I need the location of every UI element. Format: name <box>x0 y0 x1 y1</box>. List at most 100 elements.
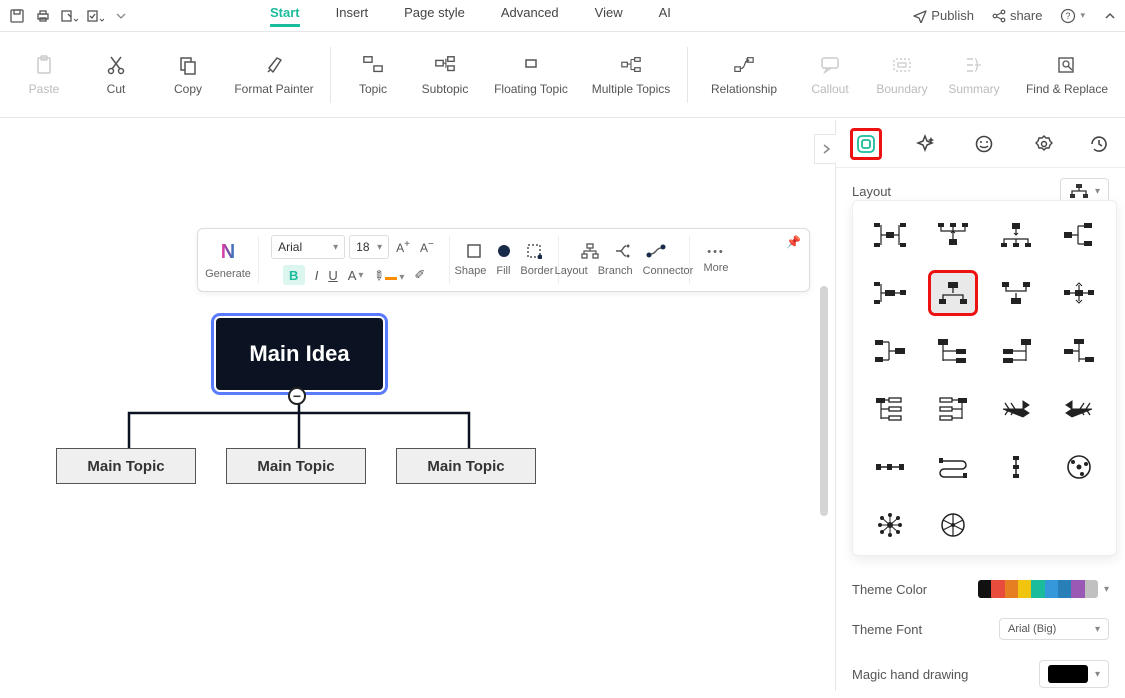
layout-option-radial-star[interactable] <box>868 505 912 545</box>
menu-page-style[interactable]: Page style <box>404 5 465 27</box>
decrease-font-icon[interactable]: A− <box>417 239 437 255</box>
underline-button[interactable]: U <box>328 268 337 283</box>
menu-ai[interactable]: AI <box>659 5 671 27</box>
side-tab-settings[interactable] <box>1028 128 1060 160</box>
share-button[interactable]: share <box>992 8 1043 23</box>
layout-option-circle[interactable] <box>1057 447 1101 487</box>
callout-button[interactable]: Callout <box>794 54 866 96</box>
callout-label: Callout <box>811 82 848 96</box>
layout-option-org-up[interactable] <box>994 273 1038 313</box>
layout-option-timeline-s[interactable] <box>931 447 975 487</box>
layout-option-wheel[interactable] <box>931 505 975 545</box>
layout-option-both-side[interactable] <box>868 273 912 313</box>
theme-font-row: Theme Font Arial (Big) ▾ <box>836 608 1125 650</box>
layout-option-right-tree[interactable] <box>1057 215 1101 255</box>
side-tab-ai[interactable] <box>909 128 941 160</box>
layout-option-fishbone-left[interactable] <box>1057 389 1101 429</box>
edit-dropdown-icon[interactable] <box>60 7 78 25</box>
side-tab-history[interactable] <box>1087 128 1111 160</box>
send-icon <box>913 9 927 23</box>
callout-icon <box>819 54 841 76</box>
check-dropdown-icon[interactable] <box>86 7 104 25</box>
topic-button[interactable]: Topic <box>337 54 409 96</box>
copy-button[interactable]: Copy <box>152 54 224 96</box>
save-icon[interactable] <box>8 7 26 25</box>
subtopic-button[interactable]: Subtopic <box>409 54 481 96</box>
vertical-scrollbar[interactable] <box>820 286 828 516</box>
find-replace-button[interactable]: Find & Replace <box>1017 54 1117 96</box>
theme-font-select[interactable]: Arial (Big) ▾ <box>999 618 1109 640</box>
topic-node-3[interactable]: Main Topic <box>396 448 536 484</box>
generate-button[interactable]: N Generate <box>198 229 258 291</box>
italic-button[interactable]: I <box>315 268 319 283</box>
layout-option-left-tree[interactable] <box>868 331 912 371</box>
layout-option-tree-alternate[interactable] <box>1057 331 1101 371</box>
connector-button[interactable] <box>645 243 667 259</box>
copy-label: Copy <box>174 82 202 96</box>
magic-hand-select[interactable]: ▾ <box>1039 660 1109 688</box>
layout-option-indent-left[interactable] <box>931 389 975 429</box>
relationship-button[interactable]: Relationship <box>694 54 794 96</box>
topic-node-2[interactable]: Main Topic <box>226 448 366 484</box>
layout-option-x-tree[interactable] <box>1057 273 1101 313</box>
layout-option-indent-right[interactable] <box>868 389 912 429</box>
theme-color-label: Theme Color <box>852 582 927 597</box>
magic-hand-swatch <box>1048 665 1088 683</box>
more-button[interactable]: ••• More <box>690 229 742 291</box>
top-bar: Start Insert Page style Advanced View AI… <box>0 0 1125 32</box>
generate-label: Generate <box>205 268 251 280</box>
format-painter-button[interactable]: Format Painter <box>224 54 324 96</box>
clear-format-button[interactable]: ✐ <box>414 267 425 283</box>
side-tab-icons[interactable] <box>968 128 1000 160</box>
collapse-children-button[interactable]: − <box>288 387 306 405</box>
layout-option-org-chart[interactable] <box>931 273 975 313</box>
layout-option-timeline-h[interactable] <box>868 447 912 487</box>
relationship-icon <box>733 54 755 76</box>
font-family-select[interactable]: Arial▾ <box>271 235 345 259</box>
branch-button[interactable] <box>613 243 631 259</box>
theme-color-swatches[interactable] <box>978 580 1098 598</box>
publish-button[interactable]: Publish <box>913 8 974 23</box>
bold-button[interactable]: B <box>283 265 305 285</box>
more-qa-dropdown-icon[interactable] <box>112 7 130 25</box>
help-dropdown[interactable]: ? ▾ <box>1060 8 1085 24</box>
layout-option-radial-right[interactable] <box>868 215 912 255</box>
fill-button[interactable] <box>496 243 512 259</box>
font-color-button[interactable]: A▾ <box>348 268 364 283</box>
boundary-button[interactable]: Boundary <box>866 54 938 96</box>
relationship-label: Relationship <box>711 82 777 96</box>
print-icon[interactable] <box>34 7 52 25</box>
layout-button[interactable] <box>581 243 599 259</box>
side-tab-style[interactable] <box>850 128 882 160</box>
share-icon <box>992 9 1006 23</box>
increase-font-icon[interactable]: A+ <box>393 239 413 255</box>
layout-option-tree-down-left[interactable] <box>931 331 975 371</box>
cut-button[interactable]: Cut <box>80 54 152 96</box>
highlight-button[interactable]: ✎▾ <box>373 267 404 284</box>
menu-start[interactable]: Start <box>270 5 300 27</box>
paste-button[interactable]: Paste <box>8 54 80 96</box>
floating-topic-button[interactable]: Floating Topic <box>481 54 581 96</box>
ribbon-separator <box>330 47 331 103</box>
copy-icon <box>177 54 199 76</box>
menu-advanced[interactable]: Advanced <box>501 5 559 27</box>
pin-icon[interactable]: 📌 <box>786 235 801 249</box>
main-idea-node[interactable]: Main Idea <box>216 318 383 390</box>
collapse-ribbon-icon[interactable] <box>1103 9 1117 23</box>
shape-button[interactable] <box>466 243 482 259</box>
menu-insert[interactable]: Insert <box>336 5 369 27</box>
layout-option-radial-down[interactable] <box>994 215 1038 255</box>
summary-button[interactable]: Summary <box>938 54 1010 96</box>
layout-option-tree-down-right[interactable] <box>994 331 1038 371</box>
layout-option-timeline-v[interactable] <box>994 447 1038 487</box>
multiple-topics-button[interactable]: Multiple Topics <box>581 54 681 96</box>
topic-node-1[interactable]: Main Topic <box>56 448 196 484</box>
collapse-side-panel-button[interactable] <box>814 134 836 164</box>
floating-topic-icon <box>520 54 542 76</box>
layout-option-fishbone-right[interactable] <box>994 389 1038 429</box>
layout-option-radial-up[interactable] <box>931 215 975 255</box>
menu-view[interactable]: View <box>595 5 623 27</box>
font-size-select[interactable]: 18▾ <box>349 235 389 259</box>
chevron-down-icon[interactable]: ▾ <box>1104 584 1109 595</box>
border-button[interactable] <box>526 243 542 259</box>
